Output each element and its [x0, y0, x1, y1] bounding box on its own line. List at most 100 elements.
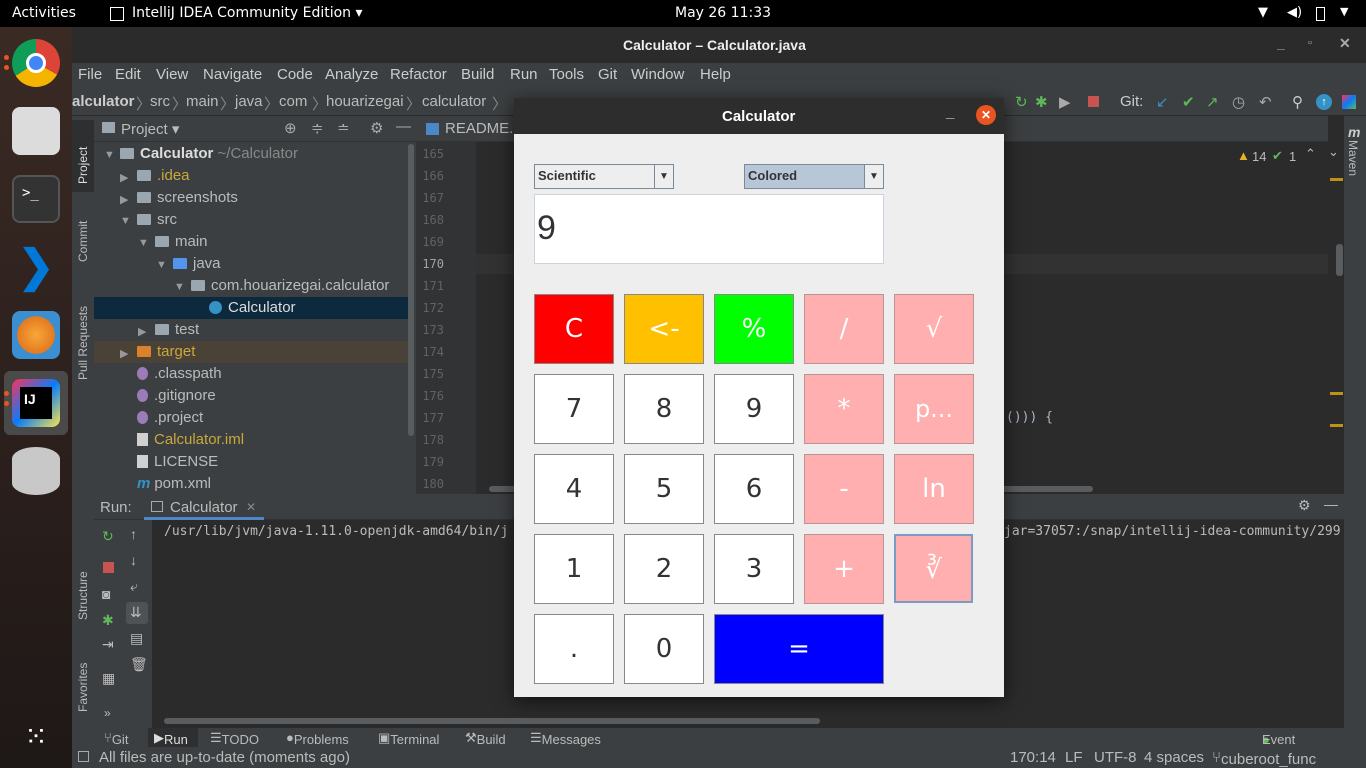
menu-tools[interactable]: Tools — [549, 66, 584, 83]
wifi-icon[interactable]: ▼ — [1258, 5, 1268, 20]
menu-code[interactable]: Code — [277, 66, 313, 83]
hide-run-icon[interactable]: — — [1324, 496, 1338, 512]
sublime-merge-icon[interactable] — [12, 311, 60, 359]
sqrt-button[interactable]: √ — [894, 294, 974, 364]
tool-pull-requests[interactable]: Pull Requests — [76, 306, 90, 380]
maven-icon[interactable]: m — [1348, 124, 1360, 140]
tree-item-java[interactable]: java — [173, 253, 221, 275]
search-icon[interactable]: ⚲ — [1292, 93, 1303, 111]
tree-item-main[interactable]: main — [155, 231, 208, 253]
tree-item-iml[interactable]: Calculator.iml — [137, 429, 244, 451]
tab-problems[interactable]: ● Problems — [286, 730, 349, 747]
expand-all-icon[interactable]: ≑ — [311, 119, 324, 137]
digit-3-button[interactable]: 3 — [714, 534, 794, 604]
scroll-end-icon[interactable]: ⇊ — [130, 604, 142, 621]
editor-scrollbar[interactable] — [1336, 244, 1343, 276]
calculator-display[interactable]: 9 — [534, 194, 884, 264]
menu-run[interactable]: Run — [510, 66, 538, 83]
database-icon[interactable] — [12, 447, 60, 495]
clear-button[interactable]: C — [534, 294, 614, 364]
digit-6-button[interactable]: 6 — [714, 454, 794, 524]
subtract-button[interactable]: - — [804, 454, 884, 524]
volume-icon[interactable]: ◀) — [1287, 5, 1302, 20]
plugin-icon[interactable] — [1342, 95, 1356, 109]
error-stripe[interactable] — [1330, 178, 1343, 181]
scroll-up-icon[interactable]: ↑ — [130, 526, 137, 542]
power-button[interactable]: p... — [894, 374, 974, 444]
close-icon[interactable]: ✕ — [1339, 35, 1351, 52]
git-history-icon[interactable]: ◷ — [1232, 93, 1245, 111]
trash-icon[interactable]: 🗑 — [130, 656, 148, 673]
git-push-icon[interactable]: ↗ — [1206, 93, 1219, 111]
digit-7-button[interactable]: 7 — [534, 374, 614, 444]
menu-view[interactable]: View — [156, 66, 188, 83]
theme-select[interactable]: Colored ▼ — [744, 164, 884, 189]
layout-icon[interactable]: ▦ — [102, 670, 115, 687]
exit-icon[interactable]: ⇥ — [102, 636, 114, 653]
tree-item-calculator-class[interactable]: Calculator — [209, 297, 296, 319]
divide-button[interactable]: / — [804, 294, 884, 364]
console-h-scrollbar[interactable] — [164, 718, 820, 724]
collapse-all-icon[interactable]: ≐ — [337, 119, 350, 137]
equals-button[interactable]: = — [714, 614, 884, 684]
file-encoding[interactable]: UTF-8 — [1094, 749, 1137, 766]
tree-item-test[interactable]: test — [155, 319, 199, 341]
digit-8-button[interactable]: 8 — [624, 374, 704, 444]
digit-5-button[interactable]: 5 — [624, 454, 704, 524]
mode-select[interactable]: Scientific ▼ — [534, 164, 674, 189]
tree-item-screenshots[interactable]: screenshots — [137, 187, 238, 209]
tree-item-classpath[interactable]: .classpath — [137, 363, 222, 385]
check-icon[interactable]: ✔ — [1272, 148, 1283, 164]
tree-item-src[interactable]: src — [137, 209, 177, 231]
chrome-icon[interactable] — [12, 39, 60, 87]
git-commit-icon[interactable]: ✔ — [1182, 93, 1195, 111]
clock[interactable]: May 26 11:33 — [675, 5, 771, 21]
breadcrumb-main[interactable]: main — [186, 93, 219, 110]
run-tab[interactable]: Calculator — [170, 499, 238, 516]
tree-item-gitignore[interactable]: .gitignore — [137, 385, 216, 407]
cuberoot-button[interactable]: ∛ — [894, 534, 973, 603]
ln-button[interactable]: ln — [894, 454, 974, 524]
tree-item-project[interactable]: .project — [137, 407, 203, 429]
theme-dropdown-icon[interactable]: ▼ — [864, 165, 883, 188]
hide-panel-icon[interactable]: — — [396, 118, 411, 135]
show-apps-icon[interactable]: ⁙ — [12, 713, 60, 761]
tab-terminal[interactable]: ▣ Terminal — [378, 730, 439, 747]
tool-maven[interactable]: Maven — [1346, 140, 1360, 176]
digit-4-button[interactable]: 4 — [534, 454, 614, 524]
git-update-icon[interactable]: ↙ — [1156, 93, 1169, 111]
debug-icon[interactable]: ✱ — [1035, 93, 1048, 111]
tree-item-license[interactable]: LICENSE — [137, 451, 218, 473]
files-icon[interactable] — [12, 107, 60, 155]
tool-favorites[interactable]: Favorites — [76, 663, 90, 712]
menu-navigate[interactable]: Navigate — [203, 66, 262, 83]
settings-icon[interactable]: ⚙ — [370, 119, 383, 137]
backspace-button[interactable]: <- — [624, 294, 704, 364]
digit-9-button[interactable]: 9 — [714, 374, 794, 444]
chevron-up-icon[interactable]: ⌃ — [1305, 146, 1316, 162]
menu-window[interactable]: Window — [631, 66, 684, 83]
tool-commit[interactable]: Commit — [76, 221, 90, 262]
project-scrollbar[interactable] — [408, 144, 414, 436]
menu-build[interactable]: Build — [461, 66, 494, 83]
system-menu-icon[interactable]: ▼ — [1340, 5, 1348, 18]
project-view-selector[interactable]: Project ▾ — [121, 120, 179, 138]
git-branch[interactable]: ⑂ cuberoot_func — [1212, 749, 1316, 768]
terminal-icon[interactable]: >_ — [12, 175, 60, 223]
indent-setting[interactable]: 4 spaces — [1144, 749, 1204, 766]
battery-icon[interactable] — [1316, 7, 1325, 21]
breadcrumb-calculator[interactable]: calculator — [422, 93, 486, 110]
maximize-icon[interactable]: ▫ — [1308, 37, 1312, 49]
menu-refactor[interactable]: Refactor — [390, 66, 447, 83]
menu-edit[interactable]: Edit — [115, 66, 141, 83]
tree-item-package[interactable]: com.houarizegai.calculator — [191, 275, 389, 297]
percent-button[interactable]: % — [714, 294, 794, 364]
chevron-down-icon[interactable]: ⌄ — [1328, 144, 1339, 160]
tab-run[interactable]: ▶ Run — [154, 730, 188, 747]
menu-file[interactable]: File — [78, 66, 102, 83]
rerun-icon[interactable]: ↻ — [1015, 93, 1028, 111]
git-rollback-icon[interactable]: ↶ — [1259, 93, 1272, 111]
digit-2-button[interactable]: 2 — [624, 534, 704, 604]
tab-build[interactable]: ⚒ Build — [465, 730, 506, 747]
menu-analyze[interactable]: Analyze — [325, 66, 378, 83]
